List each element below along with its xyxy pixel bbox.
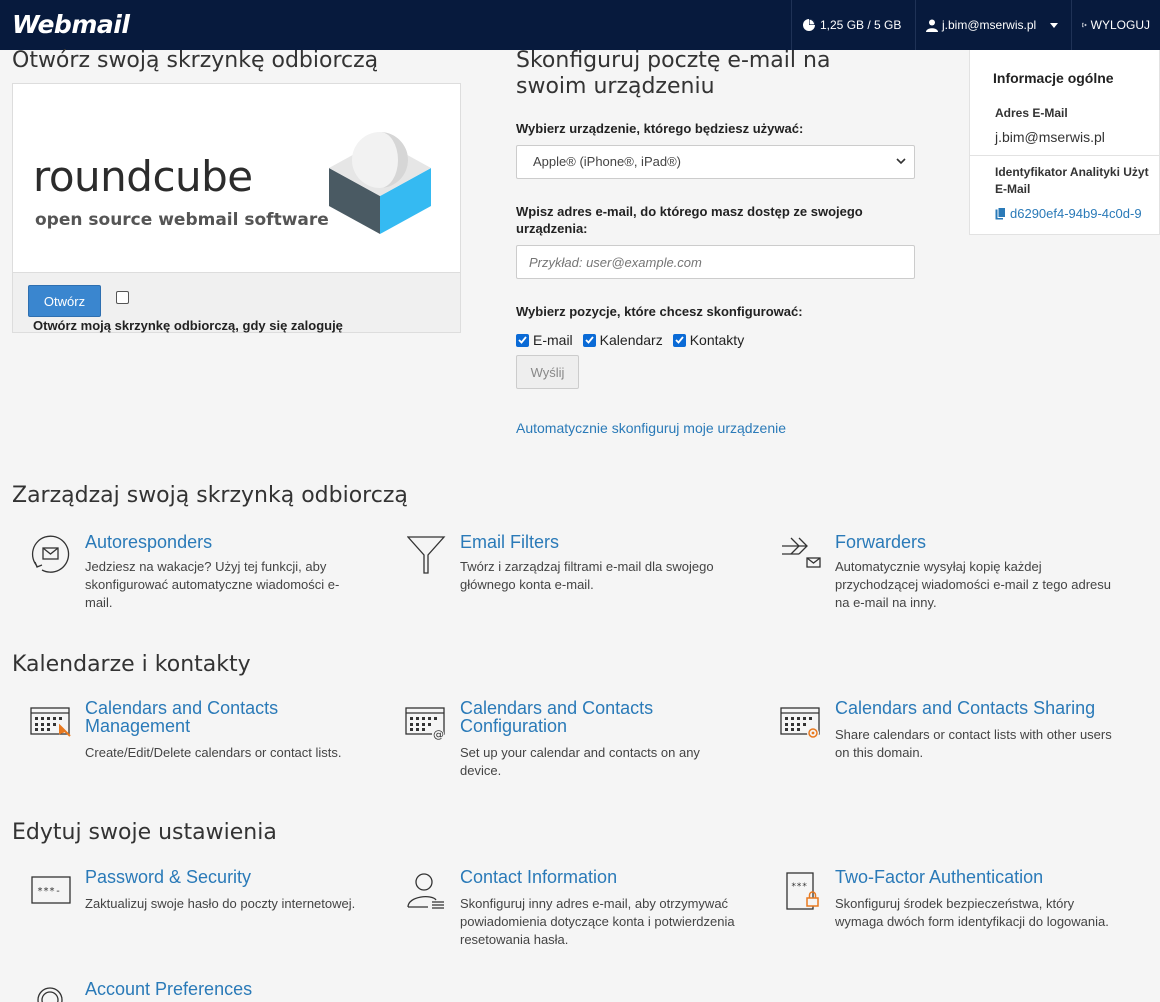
autoresponder-icon bbox=[31, 535, 70, 573]
user-icon bbox=[926, 19, 938, 32]
calendars-management-link-line2: Management bbox=[85, 716, 191, 736]
logout-label: WYLOGUJ bbox=[1090, 18, 1150, 32]
two-factor-link[interactable]: Two-Factor Authentication bbox=[835, 868, 1043, 886]
roundcube-footer: Otwórz Otwórz moją skrzynkę odbiorczą, g… bbox=[13, 272, 460, 333]
auto-open-label: Otwórz moją skrzynkę odbiorczą, gdy się … bbox=[33, 318, 343, 333]
forwarders-link[interactable]: Forwarders bbox=[835, 533, 926, 551]
autoresponders-desc: Jedziesz na wakacje? Użyj tej funkcji, a… bbox=[85, 559, 340, 610]
contact-information-link[interactable]: Contact Information bbox=[460, 868, 617, 886]
top-bar: Webmail 1,25 GB / 5 GB j.bim@mserwis.pl … bbox=[0, 0, 1160, 50]
logout-button[interactable]: WYLOGUJ bbox=[1071, 0, 1160, 50]
password-security-desc: Zaktualizuj swoje hasło do poczty intern… bbox=[85, 896, 356, 911]
analytics-id-label-line1: Identyfikator Analityki Użyt bbox=[995, 165, 1149, 179]
forwarders-desc: Automatycznie wysyłaj kopię każdej przyc… bbox=[835, 559, 1112, 610]
svg-text:***-: ***- bbox=[37, 886, 61, 897]
filter-icon bbox=[407, 536, 446, 574]
items-label: Wybierz pozycje, które chcesz skonfiguro… bbox=[516, 304, 803, 319]
logout-icon bbox=[1082, 22, 1087, 28]
email-filters-desc: Twórz i zarządzaj filtrami e-mail dla sw… bbox=[460, 559, 714, 592]
calendars-sharing-desc: Share calendars or contact lists with ot… bbox=[835, 727, 1112, 760]
roundcube-cube-icon bbox=[329, 132, 431, 234]
email-filters-link[interactable]: Email Filters bbox=[460, 533, 559, 551]
general-info-panel: Informacje ogólne Adres E-Mail j.bim@mse… bbox=[969, 50, 1160, 235]
contact-icon bbox=[407, 873, 444, 909]
email-address-label: Adres E-Mail bbox=[995, 106, 1068, 120]
password-security-tile[interactable]: ***- Password & Security Zaktualizuj swo… bbox=[12, 868, 355, 938]
user-email: j.bim@mserwis.pl bbox=[942, 18, 1037, 32]
calendars-section-title: Kalendarze i kontakty bbox=[12, 652, 251, 677]
auto-configure-link[interactable]: Automatycznie skonfiguruj moje urządzeni… bbox=[516, 420, 786, 436]
open-button[interactable]: Otwórz bbox=[28, 285, 101, 317]
auto-open-checkbox[interactable] bbox=[116, 291, 129, 304]
analytics-id-label: Identyfikator Analityki Użyt E-Mail bbox=[995, 164, 1160, 198]
calendars-sharing-tile[interactable]: Calendars and Contacts Sharing Share cal… bbox=[762, 699, 1112, 779]
items-checkboxes: E-mail Kalendarz Kontakty bbox=[516, 332, 754, 348]
calendar-share-icon bbox=[780, 707, 820, 739]
email-input[interactable] bbox=[516, 245, 915, 279]
analytics-id-text: d6290ef4-94b9-4c0d-9 bbox=[1010, 206, 1142, 221]
general-info-title: Informacje ogólne bbox=[993, 70, 1114, 86]
calendars-configuration-link-line1: Calendars and Contacts bbox=[460, 698, 654, 718]
calendars-configuration-desc: Set up your calendar and contacts on any… bbox=[460, 745, 700, 778]
account-preferences-link[interactable]: Account Preferences bbox=[85, 980, 252, 998]
webmail-logo[interactable]: Webmail bbox=[12, 10, 130, 39]
password-security-link[interactable]: Password & Security bbox=[85, 868, 251, 886]
roundcube-logo[interactable]: roundcube open source webmail software bbox=[13, 84, 460, 272]
open-inbox-title: Otwórz swoją skrzynkę odbiorczą bbox=[12, 48, 379, 73]
svg-text:@: @ bbox=[433, 728, 444, 741]
account-preferences-tile[interactable]: Account Preferences bbox=[12, 980, 312, 1002]
calendar-config-icon: @ bbox=[405, 707, 445, 741]
calendars-management-tile[interactable]: Calendars and Contacts Management Create… bbox=[12, 699, 342, 779]
calendars-management-desc: Create/Edit/Delete calendars or contact … bbox=[85, 745, 342, 760]
disk-quota: 1,25 GB / 5 GB bbox=[791, 0, 915, 50]
calendars-configuration-link-line2: Configuration bbox=[460, 716, 568, 736]
calendar-checkbox-label: Kalendarz bbox=[599, 332, 663, 348]
preferences-icon bbox=[37, 987, 63, 1002]
contacts-checkbox-label: Kontakty bbox=[689, 332, 745, 348]
autoresponders-link[interactable]: Autoresponders bbox=[85, 533, 212, 551]
two-factor-tile[interactable]: *** Two-Factor Authentication Skonfiguru… bbox=[762, 868, 1109, 950]
forwarders-tile[interactable]: Forwarders Automatycznie wysyłaj kopię k… bbox=[762, 531, 1111, 621]
calendars-configuration-tile[interactable]: @ Calendars and Contacts Configuration S… bbox=[387, 699, 700, 779]
calendar-manage-icon bbox=[30, 707, 71, 737]
calendar-checkbox[interactable] bbox=[582, 333, 596, 347]
chevron-down-icon bbox=[1050, 22, 1059, 28]
roundcube-panel: roundcube open source webmail software O… bbox=[12, 83, 461, 333]
contacts-checkbox[interactable] bbox=[672, 333, 686, 347]
device-select[interactable]: Apple® (iPhone®, iPad®) bbox=[516, 145, 915, 179]
quota-text: 1,25 GB / 5 GB bbox=[820, 18, 902, 32]
device-select-value: Apple® (iPhone®, iPad®) bbox=[533, 154, 681, 169]
send-button[interactable]: Wyślij bbox=[516, 355, 579, 389]
email-filters-tile[interactable]: Email Filters Twórz i zarządzaj filtrami… bbox=[387, 531, 714, 621]
divider bbox=[970, 155, 1160, 156]
calendars-management-link[interactable]: Calendars and Contacts Management bbox=[85, 699, 278, 735]
user-menu[interactable]: j.bim@mserwis.pl bbox=[915, 0, 1071, 50]
roundcube-wordmark: roundcube bbox=[33, 152, 253, 201]
roundcube-tagline: open source webmail software bbox=[35, 210, 329, 230]
two-factor-desc: Skonfiguruj środek bezpieczeństwa, który… bbox=[835, 896, 1109, 929]
password-icon: ***- bbox=[31, 876, 71, 904]
configure-title: Skonfiguruj pocztę e-mail na swoim urząd… bbox=[516, 48, 831, 99]
settings-section-title: Edytuj swoje ustawienia bbox=[12, 820, 277, 845]
analytics-id-value[interactable]: d6290ef4-94b9-4c0d-9 bbox=[995, 206, 1142, 221]
calendars-management-link-line1: Calendars and Contacts bbox=[85, 698, 279, 718]
email-address-value: j.bim@mserwis.pl bbox=[995, 129, 1105, 145]
calendars-sharing-link[interactable]: Calendars and Contacts Sharing bbox=[835, 699, 1095, 717]
copy-icon[interactable] bbox=[995, 207, 1006, 220]
email-label: Wpisz adres e-mail, do którego masz dost… bbox=[516, 204, 863, 236]
forwarder-icon bbox=[781, 537, 821, 568]
email-checkbox-label: E-mail bbox=[533, 332, 573, 348]
autoresponders-tile[interactable]: Autoresponders Jedziesz na wakacje? Użyj… bbox=[12, 531, 339, 621]
device-label: Wybierz urządzenie, którego będziesz uży… bbox=[516, 121, 804, 136]
svg-text:***: *** bbox=[791, 882, 807, 892]
analytics-id-label-line2: E-Mail bbox=[995, 182, 1031, 196]
two-factor-icon: *** bbox=[786, 872, 819, 910]
contact-information-tile[interactable]: Contact Information Skonfiguruj inny adr… bbox=[387, 868, 735, 950]
calendars-configuration-link[interactable]: Calendars and Contacts Configuration bbox=[460, 699, 653, 735]
email-checkbox[interactable] bbox=[516, 333, 529, 347]
contact-information-desc: Skonfiguruj inny adres e-mail, aby otrzy… bbox=[460, 896, 735, 947]
chevron-down-icon bbox=[896, 158, 906, 165]
pie-chart-icon bbox=[803, 19, 815, 31]
manage-section-title: Zarządzaj swoją skrzynką odbiorczą bbox=[12, 483, 408, 508]
